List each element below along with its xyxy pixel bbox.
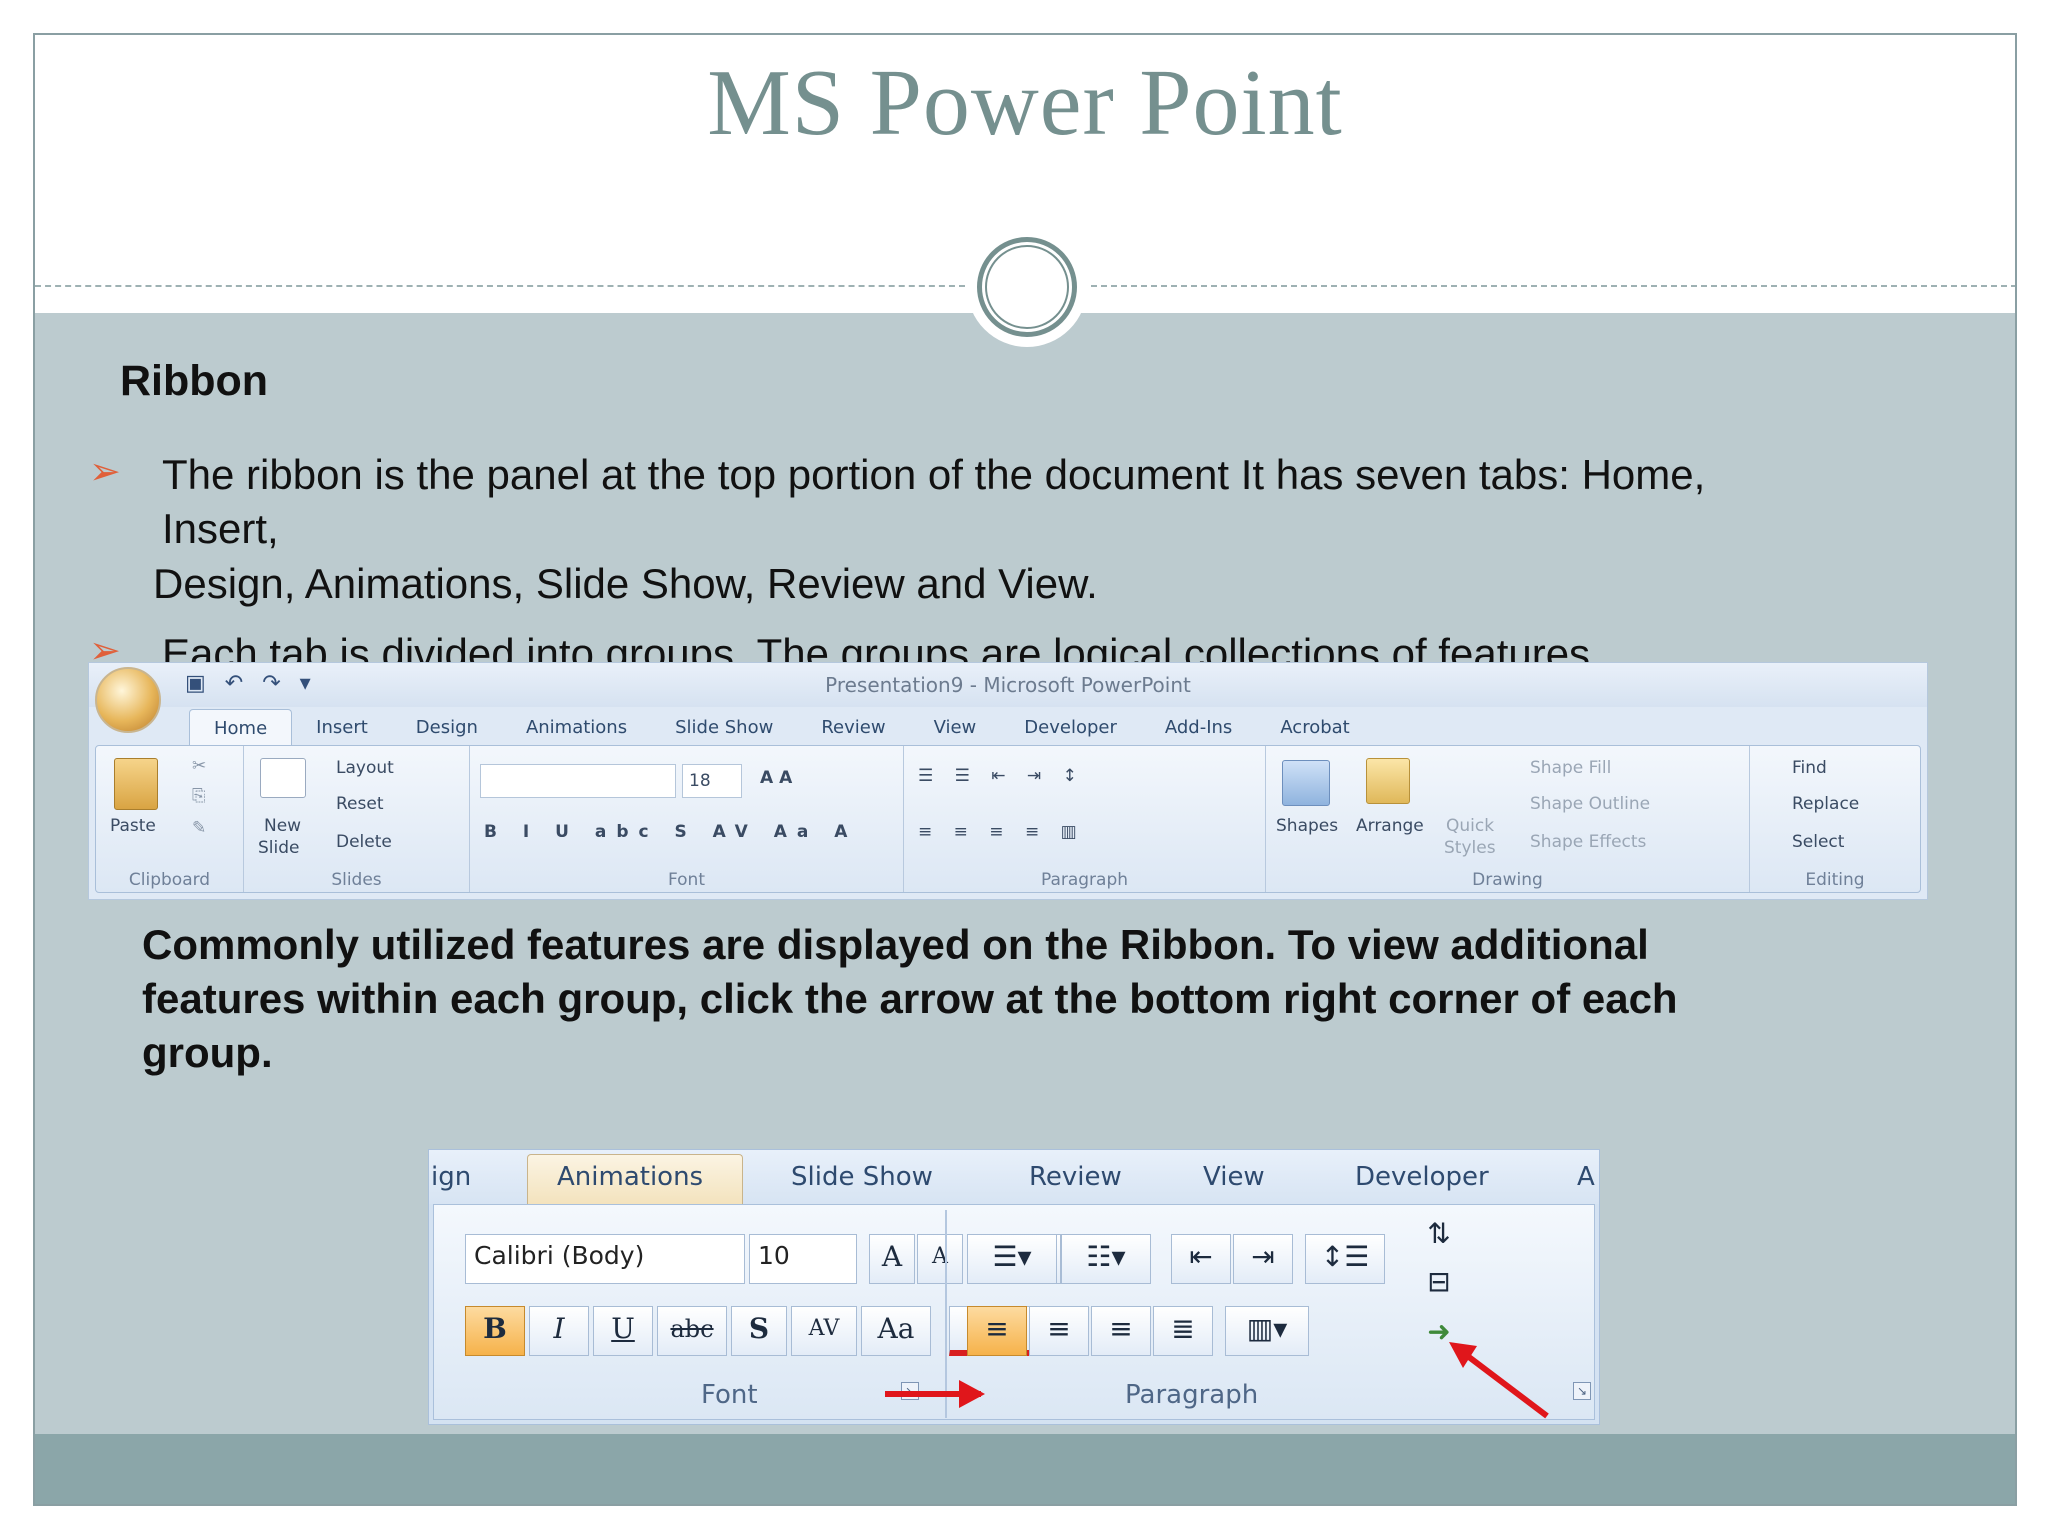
tab-add-ins[interactable]: Add-Ins [1141, 709, 1256, 745]
red-arrowhead-paragraph [1449, 1342, 1477, 1368]
copy-icon[interactable]: ⎘ [192, 786, 206, 806]
replace-button[interactable]: Replace [1792, 794, 1859, 814]
section-heading: Ribbon [120, 357, 269, 405]
bullet-text-1a: The ribbon is the panel at the top porti… [162, 451, 1706, 498]
divider-right [1091, 285, 2015, 287]
divider-circle-inner [985, 245, 1069, 329]
ribbon-screenshot-zoom: ign Animations Slide Show Review View De… [428, 1149, 1600, 1425]
red-arrowhead-font [959, 1380, 985, 1408]
footer-band [35, 1434, 2015, 1504]
new-slide-icon[interactable] [260, 758, 306, 798]
group-drawing: Shapes Arrange Quick Styles Shape Fill S… [1266, 746, 1750, 892]
group-editing: Find Replace Select Editing [1750, 746, 1920, 892]
align-icons[interactable]: ≡ ≡ ≡ ≡ ▥ [918, 822, 1085, 842]
layout-button[interactable]: Layout [336, 758, 394, 778]
delete-button[interactable]: Delete [336, 832, 392, 852]
tab-review[interactable]: Review [797, 709, 909, 745]
paragraph-line-1: Commonly utilized features are displayed… [142, 921, 1649, 968]
group-label-font: Font [667, 870, 705, 890]
shape-effects-button[interactable]: Shape Effects [1530, 832, 1646, 852]
bullet-text-1c: Design, Animations, Slide Show, Review a… [153, 560, 1098, 607]
tab-animations[interactable]: Animations [502, 709, 651, 745]
red-arrow-paragraph [1455, 1345, 1549, 1419]
new-slide-label-1[interactable]: New [264, 816, 301, 836]
arrange-icon[interactable] [1366, 758, 1410, 804]
new-slide-label-2[interactable]: Slide [258, 838, 300, 858]
group-font: 18 A A B I U abc S AV Aa A Font [470, 746, 904, 892]
shape-outline-button[interactable]: Shape Outline [1530, 794, 1650, 814]
tab-view[interactable]: View [910, 709, 1001, 745]
grow-font-icon[interactable]: A A [760, 768, 792, 788]
paragraph-line-2: features within each group, click the ar… [142, 975, 1678, 1022]
divider-left [35, 285, 965, 287]
group-slides: New Slide Layout Reset Delete Slides [244, 746, 470, 892]
shape-fill-button[interactable]: Shape Fill [1530, 758, 1611, 778]
list-icons[interactable]: ☰ ☰ ⇤ ⇥ ↕ [918, 766, 1085, 786]
shapes-label[interactable]: Shapes [1276, 816, 1338, 836]
bullet-arrow-icon: ➢ [89, 451, 121, 493]
annotation-arrows [885, 1342, 1549, 1419]
tab-slide-show[interactable]: Slide Show [651, 709, 797, 745]
group-clipboard: Paste ✂ ⎘ ✎ Clipboard [96, 746, 244, 892]
quick-styles-label-2[interactable]: Styles [1444, 838, 1496, 858]
group-label-drawing: Drawing [1472, 870, 1543, 890]
ribbon-tabs: Home Insert Design Animations Slide Show… [189, 709, 1374, 745]
cut-icon[interactable]: ✂ [192, 756, 206, 776]
ribbon-screenshot-full: ▣ ↶ ↷ ▾ Presentation9 - Microsoft PowerP… [88, 662, 1928, 900]
tab-acrobat[interactable]: Acrobat [1256, 709, 1373, 745]
paste-icon[interactable] [114, 758, 158, 810]
find-button[interactable]: Find [1792, 758, 1827, 778]
font-size-field[interactable]: 18 [682, 764, 742, 798]
bullet-text-1b: Insert, [162, 505, 279, 552]
group-label-paragraph: Paragraph [1040, 870, 1129, 890]
paste-label[interactable]: Paste [110, 816, 156, 836]
group-label-clipboard: Clipboard [128, 870, 211, 890]
tab-insert[interactable]: Insert [292, 709, 392, 745]
tab-home[interactable]: Home [189, 709, 293, 745]
slide-title: MS Power Point [707, 51, 1343, 155]
window-title: Presentation9 - Microsoft PowerPoint [825, 673, 1191, 697]
paragraph-line-3: group. [142, 1029, 273, 1076]
group-paragraph: ☰ ☰ ⇤ ⇥ ↕ ≡ ≡ ≡ ≡ ▥ Paragraph [904, 746, 1266, 892]
font-name-field[interactable] [480, 764, 676, 798]
slide: MS Power Point Ribbon ➢ The ribbon is th… [33, 33, 2017, 1506]
reset-button[interactable]: Reset [336, 794, 384, 814]
body-paragraph: Commonly utilized features are displayed… [142, 918, 1942, 1080]
shapes-icon[interactable] [1282, 760, 1330, 806]
quick-styles-label-1[interactable]: Quick [1446, 816, 1494, 836]
ribbon-body: Paste ✂ ⎘ ✎ Clipboard New Slide Layout R… [95, 745, 1921, 893]
arrange-label[interactable]: Arrange [1356, 816, 1424, 836]
tab-design[interactable]: Design [392, 709, 502, 745]
tab-developer[interactable]: Developer [1000, 709, 1141, 745]
font-format-icons[interactable]: B I U abc S AV Aa A [484, 822, 857, 842]
group-label-editing: Editing [1805, 870, 1865, 890]
select-button[interactable]: Select [1792, 832, 1844, 852]
format-painter-icon[interactable]: ✎ [192, 818, 206, 838]
group-label-slides: Slides [331, 870, 382, 890]
